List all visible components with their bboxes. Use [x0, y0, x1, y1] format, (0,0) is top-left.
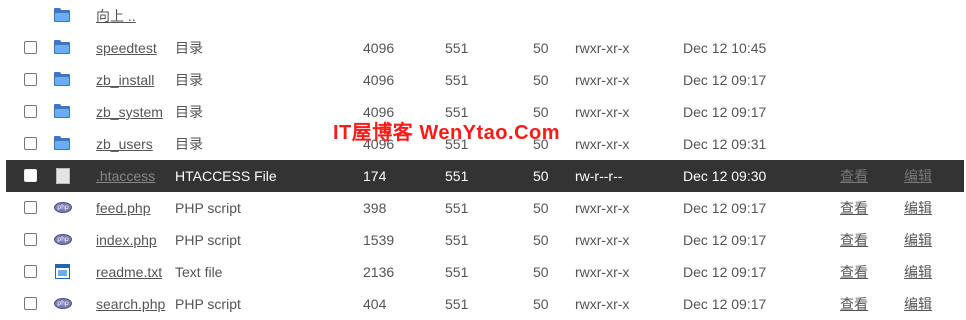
- blank-file-icon: [54, 168, 70, 184]
- view-link[interactable]: 查看: [840, 224, 868, 256]
- file-permissions: rwxr-xr-x: [575, 104, 630, 120]
- file-name-link[interactable]: .htaccess: [96, 160, 155, 192]
- file-date: Dec 12 09:17: [683, 104, 767, 120]
- file-permissions: rwxr-xr-x: [575, 232, 630, 248]
- file-owner: 551: [445, 168, 469, 184]
- file-group: 50: [533, 296, 549, 312]
- file-type: Text file: [175, 264, 223, 280]
- php-icon: php: [54, 232, 72, 246]
- edit-link[interactable]: 编辑: [904, 256, 932, 288]
- file-owner: 551: [445, 232, 469, 248]
- select-checkbox[interactable]: [24, 105, 37, 118]
- file-type: PHP script: [175, 296, 241, 312]
- file-size: 2136: [363, 264, 395, 280]
- edit-link[interactable]: 编辑: [904, 192, 932, 224]
- file-permissions: rwxr-xr-x: [575, 136, 630, 152]
- edit-link[interactable]: 编辑: [904, 160, 932, 192]
- file-permissions: rw-r--r--: [575, 168, 623, 184]
- file-date: Dec 12 09:17: [683, 72, 767, 88]
- file-date: Dec 12 09:17: [683, 264, 767, 280]
- parent-directory-link[interactable]: 向上 ..: [96, 0, 136, 32]
- file-name-link[interactable]: index.php: [96, 224, 157, 256]
- file-owner: 551: [445, 264, 469, 280]
- file-name-link[interactable]: zb_users: [96, 128, 153, 160]
- select-checkbox[interactable]: [24, 137, 37, 150]
- select-checkbox[interactable]: [24, 265, 37, 278]
- select-checkbox[interactable]: [24, 41, 37, 54]
- select-checkbox[interactable]: [24, 73, 37, 86]
- file-name-link[interactable]: readme.txt: [96, 256, 162, 288]
- file-size: 174: [363, 168, 387, 184]
- file-permissions: rwxr-xr-x: [575, 200, 630, 216]
- file-row[interactable]: php feed.php PHP script 398 551 50 rwxr-xr-x De…: [6, 192, 964, 224]
- file-permissions: rwxr-xr-x: [575, 264, 630, 280]
- file-group: 50: [533, 40, 549, 56]
- edit-link[interactable]: 编辑: [904, 224, 932, 256]
- file-name-link[interactable]: feed.php: [96, 192, 151, 224]
- file-name-link[interactable]: zb_install: [96, 64, 154, 96]
- file-row[interactable]: php index.php PHP script 1539 551 50 rwxr-xr-x…: [6, 224, 964, 256]
- select-checkbox[interactable]: [24, 233, 37, 246]
- file-size: 398: [363, 200, 387, 216]
- file-size: 4096: [363, 72, 395, 88]
- file-group: 50: [533, 168, 549, 184]
- file-row[interactable]: php search.php PHP script 404 551 50 rwxr-xr-x…: [6, 288, 964, 320]
- select-checkbox[interactable]: [24, 297, 37, 310]
- parent-directory-row[interactable]: 向上 ..: [6, 0, 964, 32]
- file-row[interactable]: readme.txt Text file 2136 551 50 rwxr-xr-x Dec…: [6, 256, 964, 288]
- file-type: PHP script: [175, 232, 241, 248]
- select-checkbox[interactable]: [24, 169, 37, 182]
- file-owner: 551: [445, 40, 469, 56]
- file-owner: 551: [445, 296, 469, 312]
- php-icon: php: [54, 296, 72, 310]
- file-type: 目录: [175, 104, 203, 120]
- file-permissions: rwxr-xr-x: [575, 40, 630, 56]
- file-owner: 551: [445, 72, 469, 88]
- file-row[interactable]: .htaccess HTACCESS File 174 551 50 rw-r--r-- D…: [6, 160, 964, 192]
- file-type: 目录: [175, 72, 203, 88]
- file-type: 目录: [175, 136, 203, 152]
- file-group: 50: [533, 72, 549, 88]
- file-date: Dec 12 09:31: [683, 136, 767, 152]
- file-date: Dec 12 09:17: [683, 232, 767, 248]
- file-group: 50: [533, 232, 549, 248]
- view-link[interactable]: 查看: [840, 288, 868, 320]
- file-date: Dec 12 09:17: [683, 296, 767, 312]
- file-type: HTACCESS File: [175, 168, 277, 184]
- file-size: 1539: [363, 232, 395, 248]
- folder-icon: [54, 72, 70, 86]
- view-link[interactable]: 查看: [840, 160, 868, 192]
- file-size: 404: [363, 296, 387, 312]
- php-icon: php: [54, 200, 72, 214]
- text-file-icon: [54, 264, 70, 279]
- file-date: Dec 12 09:30: [683, 168, 767, 184]
- file-type: 目录: [175, 40, 203, 56]
- folder-icon: [54, 40, 70, 54]
- file-name-link[interactable]: zb_system: [96, 96, 163, 128]
- file-type: PHP script: [175, 200, 241, 216]
- file-row[interactable]: speedtest 目录 4096 551 50 rwxr-xr-x Dec 12 10:4…: [6, 32, 964, 64]
- folder-icon: [54, 104, 70, 118]
- file-name-link[interactable]: speedtest: [96, 32, 157, 64]
- file-date: Dec 12 09:17: [683, 200, 767, 216]
- view-link[interactable]: 查看: [840, 256, 868, 288]
- view-link[interactable]: 查看: [840, 192, 868, 224]
- file-row[interactable]: zb_install 目录 4096 551 50 rwxr-xr-x Dec 12 09:…: [6, 64, 964, 96]
- file-permissions: rwxr-xr-x: [575, 72, 630, 88]
- folder-icon: [54, 136, 70, 150]
- file-date: Dec 12 10:45: [683, 40, 767, 56]
- file-group: 50: [533, 264, 549, 280]
- file-permissions: rwxr-xr-x: [575, 296, 630, 312]
- select-checkbox[interactable]: [24, 201, 37, 214]
- watermark: IT屋博客 WenYtao.Com: [333, 122, 561, 144]
- file-name-link[interactable]: search.php: [96, 288, 165, 320]
- folder-icon: [54, 8, 70, 22]
- file-owner: 551: [445, 200, 469, 216]
- file-size: 4096: [363, 40, 395, 56]
- edit-link[interactable]: 编辑: [904, 288, 932, 320]
- file-group: 50: [533, 200, 549, 216]
